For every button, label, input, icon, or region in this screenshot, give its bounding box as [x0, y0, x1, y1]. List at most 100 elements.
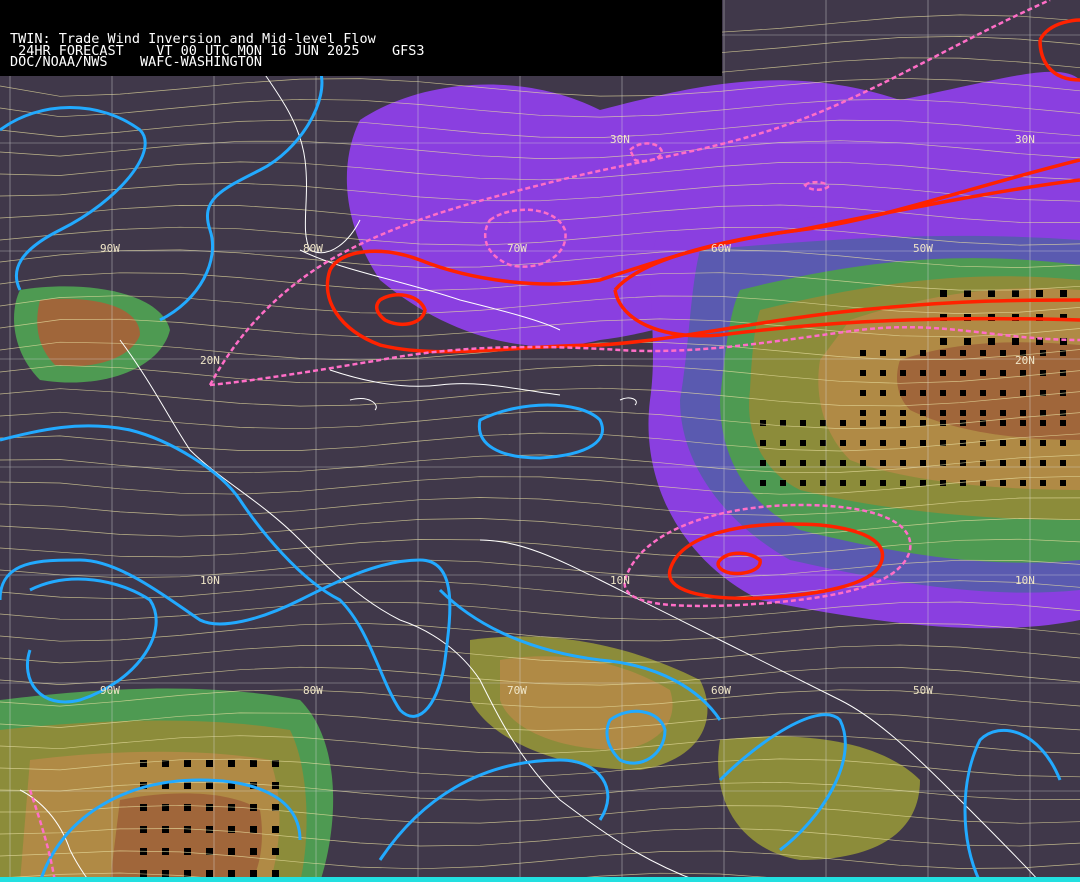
- stipple-square: [900, 390, 906, 396]
- latitude-label: 20N: [200, 354, 220, 367]
- stipple-square: [940, 350, 946, 356]
- stipple-square: [840, 440, 846, 446]
- stipple-square: [960, 480, 966, 486]
- stipple-square: [920, 410, 926, 416]
- stipple-square: [964, 290, 971, 297]
- stipple-square: [780, 440, 786, 446]
- stipple-square: [940, 480, 946, 486]
- stipple-square: [980, 390, 986, 396]
- stipple-square: [1040, 480, 1046, 486]
- stipple-square: [272, 870, 279, 877]
- longitude-label: 70W: [507, 684, 527, 697]
- stipple-square: [1060, 480, 1066, 486]
- stipple-square: [250, 804, 257, 811]
- stipple-square: [900, 460, 906, 466]
- longitude-label: 90W: [100, 684, 120, 697]
- twin-forecast-map: 30N 30N 20N 20N 10N 10N 10N 90W 80W 70W 60W 50W 90W…: [0, 0, 1080, 882]
- stipple-square: [206, 870, 213, 877]
- stipple-square: [1000, 370, 1006, 376]
- stipple-square: [860, 420, 866, 426]
- stipple-square: [920, 460, 926, 466]
- stipple-square: [184, 782, 191, 789]
- header-agency: DOC/NOAA/NWS WAFC-WASHINGTON: [10, 54, 262, 70]
- stipple-square: [1012, 338, 1019, 345]
- map-header: TWIN: Trade Wind Inversion and Mid-level…: [0, 0, 722, 76]
- stipple-square: [900, 370, 906, 376]
- stipple-square: [920, 350, 926, 356]
- latitude-label: 10N: [200, 574, 220, 587]
- stipple-square: [880, 420, 886, 426]
- stipple-square: [1036, 290, 1043, 297]
- stipple-square: [960, 390, 966, 396]
- stipple-square: [860, 390, 866, 396]
- stipple-square: [880, 350, 886, 356]
- stipple-square: [860, 480, 866, 486]
- stipple-square: [1060, 410, 1066, 416]
- stipple-square: [1040, 410, 1046, 416]
- stipple-square: [964, 338, 971, 345]
- stipple-square: [206, 760, 213, 767]
- stipple-square: [140, 760, 147, 767]
- stipple-square: [162, 804, 169, 811]
- stipple-square: [184, 760, 191, 767]
- stipple-square: [250, 870, 257, 877]
- stipple-square: [960, 410, 966, 416]
- stipple-square: [760, 480, 766, 486]
- stipple-square: [1060, 460, 1066, 466]
- stipple-square: [1000, 350, 1006, 356]
- stipple-square: [820, 420, 826, 426]
- stipple-square: [900, 410, 906, 416]
- stipple-square: [1040, 440, 1046, 446]
- stipple-square: [920, 390, 926, 396]
- stipple-square: [272, 826, 279, 833]
- longitude-label: 60W: [711, 684, 731, 697]
- stipple-square: [900, 480, 906, 486]
- stipple-square: [980, 370, 986, 376]
- stipple-square: [228, 848, 235, 855]
- stipple-square: [162, 826, 169, 833]
- stipple-square: [228, 826, 235, 833]
- stipple-square: [880, 410, 886, 416]
- stipple-square: [1000, 440, 1006, 446]
- stipple-square: [900, 440, 906, 446]
- stipple-square: [980, 410, 986, 416]
- stipple-square: [1020, 370, 1026, 376]
- latitude-label: 10N: [610, 574, 630, 587]
- stipple-square: [250, 848, 257, 855]
- stipple-square: [1040, 370, 1046, 376]
- stipple-square: [760, 420, 766, 426]
- longitude-label: 80W: [303, 684, 323, 697]
- stipple-square: [1000, 460, 1006, 466]
- stipple-square: [1060, 370, 1066, 376]
- longitude-label: 60W: [711, 242, 731, 255]
- stipple-square: [184, 848, 191, 855]
- stipple-square: [920, 370, 926, 376]
- stipple-square: [272, 848, 279, 855]
- stipple-square: [960, 350, 966, 356]
- stipple-square: [880, 480, 886, 486]
- stipple-square: [1020, 460, 1026, 466]
- stipple-square: [162, 870, 169, 877]
- stipple-square: [1040, 460, 1046, 466]
- stipple-square: [880, 440, 886, 446]
- stipple-square: [860, 460, 866, 466]
- stipple-square: [840, 460, 846, 466]
- stipple-square: [140, 804, 147, 811]
- stipple-square: [1060, 440, 1066, 446]
- stipple-square: [860, 440, 866, 446]
- stipple-square: [780, 460, 786, 466]
- stipple-square: [1000, 410, 1006, 416]
- stipple-square: [940, 338, 947, 345]
- stipple-square: [880, 370, 886, 376]
- stipple-square: [940, 370, 946, 376]
- stipple-square: [820, 460, 826, 466]
- stipple-square: [760, 460, 766, 466]
- stipple-square: [800, 420, 806, 426]
- stipple-square: [1060, 420, 1066, 426]
- stipple-square: [228, 760, 235, 767]
- stipple-square: [920, 480, 926, 486]
- stipple-square: [920, 420, 926, 426]
- stipple-square: [184, 804, 191, 811]
- longitude-label: 50W: [913, 242, 933, 255]
- stipple-square: [760, 440, 766, 446]
